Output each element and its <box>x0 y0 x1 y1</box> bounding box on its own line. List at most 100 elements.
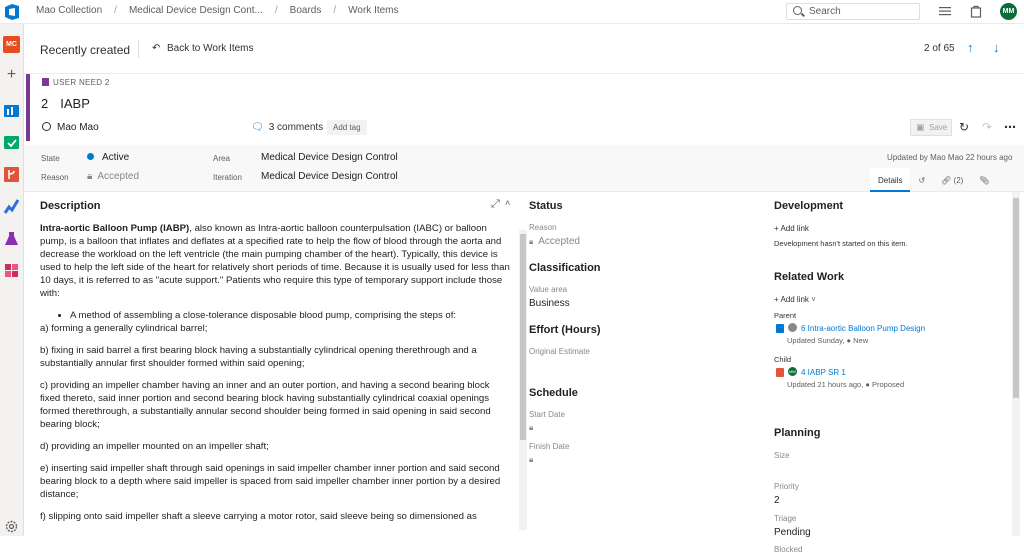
previous-item-arrow-icon[interactable]: ↑ <box>967 40 974 55</box>
comments-count: 3 comments <box>268 122 324 133</box>
history-icon: ↺ <box>918 176 926 185</box>
description-scrollbar[interactable] <box>519 230 527 530</box>
scrollbar-thumb[interactable] <box>1013 198 1019 398</box>
triage-label: Triage <box>774 514 797 523</box>
work-item-id: 2 <box>41 96 49 111</box>
development-note: Development hasn't started on this item. <box>774 239 908 248</box>
parent-work-item-link[interactable]: 6 Intra-aortic Balloon Pump Design <box>801 324 925 333</box>
add-tag-button[interactable]: Add tag <box>327 120 367 135</box>
settings-gear-icon[interactable] <box>3 518 20 535</box>
state-label: State <box>41 154 60 163</box>
parent-updated-text: Updated Sunday, ● New <box>787 336 869 345</box>
related-add-link-button[interactable]: + Add link ˅ <box>774 295 816 304</box>
area-field[interactable]: Medical Device Design Control <box>261 152 398 163</box>
child-work-item-link[interactable]: 4 IABP SR 1 <box>801 368 846 377</box>
classification-heading: Classification <box>529 262 601 274</box>
breadcrumb-boards[interactable]: Boards <box>290 5 322 16</box>
add-icon[interactable]: + <box>3 66 20 83</box>
size-label: Size <box>774 451 790 460</box>
child-link-item[interactable]: MM 4 IABP SR 1 Updated 21 hours ago, ● P… <box>774 367 1014 391</box>
priority-label: Priority <box>774 482 799 491</box>
value-area-label: Value area <box>529 285 568 294</box>
save-button[interactable]: ▣ Save <box>910 119 952 136</box>
test-plans-icon[interactable] <box>3 230 20 247</box>
triage-field[interactable]: Pending <box>774 527 811 538</box>
reason-field[interactable]: 🔒︎ Accepted <box>87 171 139 182</box>
child-updated-text: Updated 21 hours ago, ● Proposed <box>787 380 905 389</box>
list-settings-icon[interactable] <box>938 4 952 18</box>
refresh-icon[interactable]: ↻ <box>959 120 969 134</box>
azure-devops-logo-icon[interactable] <box>3 3 21 21</box>
next-item-arrow-icon[interactable]: ↓ <box>993 40 1000 55</box>
priority-field[interactable]: 2 <box>774 495 780 506</box>
tab-links[interactable]: 🔗︎ (2) <box>933 168 971 192</box>
work-item-view: Recently created ↶ Back to Work Items 2 o… <box>24 24 1024 554</box>
lock-icon: 🔒︎ <box>529 423 534 432</box>
comments-link[interactable]: 🗨 3 comments <box>251 122 323 133</box>
breadcrumb-separator: / <box>114 5 117 16</box>
artifacts-icon[interactable] <box>3 262 20 279</box>
scrollbar-thumb[interactable] <box>520 234 526 440</box>
lock-icon: 🔒︎ <box>87 171 93 182</box>
paperclip-icon: 📎︎ <box>979 176 990 185</box>
page-scrollbar[interactable] <box>1012 192 1020 536</box>
tab-details[interactable]: Details <box>870 168 911 192</box>
pager-count: 2 of 65 <box>924 43 955 54</box>
description-step: e) inserting said impeller shaft through… <box>40 463 501 500</box>
expand-icon[interactable]: ⤢ <box>491 198 500 211</box>
organization-avatar[interactable]: MC <box>3 36 20 53</box>
area-label: Area <box>213 154 230 163</box>
top-bar: Mao Collection / Medical Device Design C… <box>0 0 1024 24</box>
status-heading: Status <box>529 200 563 212</box>
work-item-tabs: Details ↺ 🔗︎ (2) 📎︎ <box>870 168 997 192</box>
breadcrumb-work-items[interactable]: Work Items <box>348 5 398 16</box>
value-area-field[interactable]: Business <box>529 298 570 309</box>
work-item-title[interactable]: 2 IABP <box>41 96 90 111</box>
description-intro: Intra-aortic Balloon Pump (IABP), also k… <box>40 223 510 299</box>
iteration-label: Iteration <box>213 173 242 182</box>
reason-label: Reason <box>41 173 69 182</box>
parent-link-item[interactable]: 6 Intra-aortic Balloon Pump Design Updat… <box>774 323 1014 347</box>
planning-heading: Planning <box>774 427 821 439</box>
search-input[interactable]: Search <box>786 3 920 20</box>
link-icon: 🔗︎ <box>941 176 952 185</box>
description-editor[interactable]: Intra-aortic Balloon Pump (IABP), also k… <box>40 222 510 536</box>
overview-icon[interactable] <box>3 102 20 119</box>
description-step: b) fixing in said barrel a first bearing… <box>40 345 477 369</box>
tab-history[interactable]: ↺ <box>910 168 933 192</box>
child-label: Child <box>774 355 792 364</box>
tab-attachments[interactable]: 📎︎ <box>971 168 997 192</box>
description-step: d) providing an impeller mounted on an i… <box>40 441 269 452</box>
updated-by-text: Updated by Mao Mao 22 hours ago <box>887 153 1013 162</box>
pipelines-icon[interactable] <box>3 198 20 215</box>
state-active-dot <box>87 153 94 160</box>
original-estimate-label: Original Estimate <box>529 347 590 356</box>
back-arrow-icon: ↶ <box>152 43 161 54</box>
blocked-label: Blocked <box>774 545 803 554</box>
marketplace-bag-icon[interactable] <box>969 4 983 18</box>
search-icon <box>793 6 802 15</box>
breadcrumb-collection[interactable]: Mao Collection <box>36 5 102 16</box>
undo-icon[interactable]: ↷ <box>982 120 992 134</box>
breadcrumb-project[interactable]: Medical Device Design Cont... <box>129 5 263 16</box>
assignee-name: Mao Mao <box>57 122 99 133</box>
collapse-chevron-icon[interactable]: ˄ <box>505 198 510 208</box>
person-icon <box>42 122 51 131</box>
user-avatar[interactable]: MM <box>1000 3 1017 20</box>
user-need-type-icon <box>42 78 49 86</box>
description-bullet-list: A method of assembling a close-tolerance… <box>70 309 510 322</box>
boards-icon[interactable] <box>3 134 20 151</box>
breadcrumb: Mao Collection / Medical Device Design C… <box>36 5 399 16</box>
breadcrumb-separator: / <box>333 5 337 16</box>
development-add-link-button[interactable]: + Add link <box>774 224 809 233</box>
iteration-field[interactable]: Medical Device Design Control <box>261 171 398 182</box>
work-item-title-text: IABP <box>60 96 90 111</box>
repos-icon[interactable] <box>3 166 20 183</box>
back-to-work-items-link[interactable]: ↶ Back to Work Items <box>152 43 254 54</box>
more-actions-icon[interactable]: ⋯ <box>1004 120 1016 134</box>
assigned-to-field[interactable]: Mao Mao <box>42 122 99 133</box>
schedule-heading: Schedule <box>529 387 578 399</box>
status-reason-field[interactable]: 🔒︎ Accepted <box>529 236 580 247</box>
lock-icon: 🔒︎ <box>529 237 534 246</box>
state-field[interactable]: Active <box>87 152 129 163</box>
